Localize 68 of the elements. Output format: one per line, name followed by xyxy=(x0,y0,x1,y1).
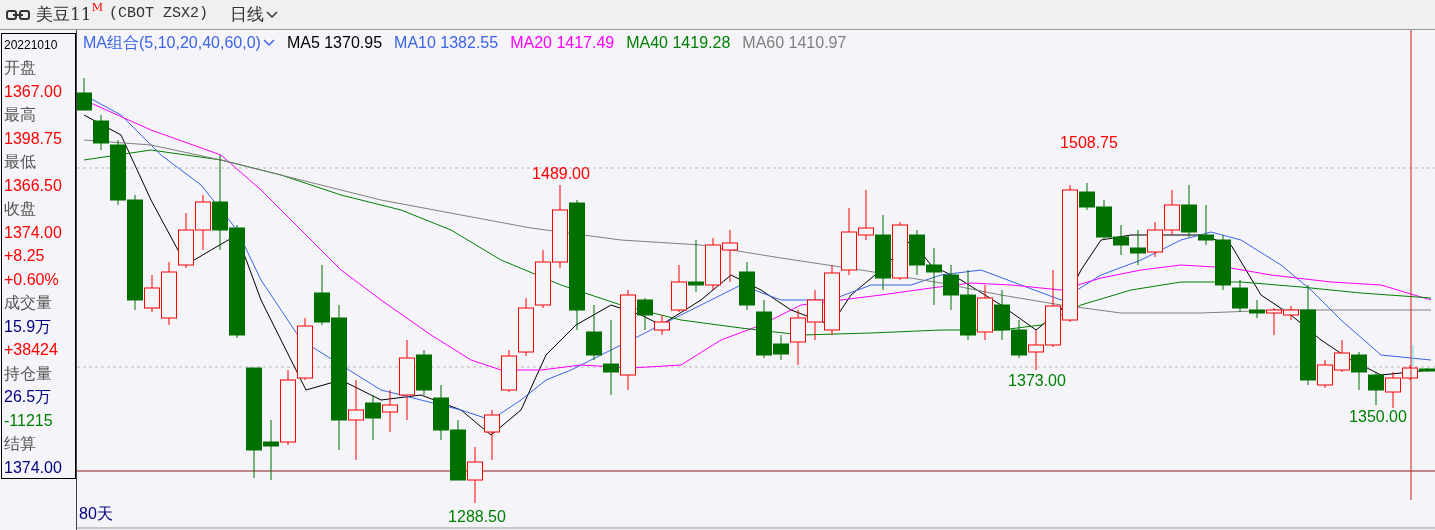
candlestick xyxy=(433,384,449,441)
field-label: 开盘 xyxy=(4,58,37,78)
candlestick xyxy=(1198,204,1214,246)
period-count-label: 80天 xyxy=(79,505,113,523)
candlestick xyxy=(841,207,857,276)
field-label: 最高 xyxy=(4,105,37,125)
date-text: 20221010 xyxy=(4,37,59,54)
candlestick xyxy=(1147,221,1163,258)
candlestick xyxy=(994,289,1010,341)
field-value: +0.60% xyxy=(4,269,60,290)
candlestick xyxy=(297,317,313,381)
field-value: -11215 xyxy=(4,410,54,431)
field-value: 1398.75 xyxy=(4,128,63,149)
field-label: 结算 xyxy=(4,434,37,454)
candlestick xyxy=(977,284,993,341)
chevron-down-icon xyxy=(262,38,275,47)
field-label: 成交量 xyxy=(4,293,53,313)
candlestick xyxy=(909,229,925,276)
candlestick xyxy=(484,409,500,461)
field-value: 1374.00 xyxy=(4,222,63,243)
period-dropdown[interactable]: 日线 xyxy=(229,1,278,28)
moving-average-reading: MA60 1410.97 xyxy=(742,32,847,53)
candlestick xyxy=(450,419,466,481)
moving-average-reading: MA10 1382.55 xyxy=(394,32,499,53)
ma-selector-dropdown[interactable]: MA组合(5,10,20,40,60,0) xyxy=(83,30,275,55)
candlestick xyxy=(688,239,704,293)
price-label: 1350.00 xyxy=(1349,408,1407,426)
field-value: 1367.00 xyxy=(4,81,63,102)
candlestick xyxy=(1181,184,1197,238)
candlestick xyxy=(807,289,823,341)
link-icon[interactable] xyxy=(6,9,30,20)
candlestick xyxy=(1164,189,1180,236)
field-label: 持仓量 xyxy=(4,363,53,384)
candlestick xyxy=(705,237,721,291)
price-label: 1489.00 xyxy=(532,165,590,183)
candlestick xyxy=(467,446,483,504)
candlestick xyxy=(77,77,92,111)
candlestick xyxy=(518,297,534,357)
price-label: 1288.50 xyxy=(448,508,506,526)
candlestick xyxy=(892,221,908,281)
candlestick xyxy=(1011,319,1027,359)
candlestick xyxy=(1334,339,1350,373)
field-value: 15.9万 xyxy=(4,316,53,337)
field-label: 最低 xyxy=(4,152,37,172)
candlestick xyxy=(178,212,194,269)
price-label: 1508.75 xyxy=(1060,134,1118,152)
candlestick xyxy=(1113,224,1129,256)
candlestick xyxy=(926,247,942,306)
field-value: 1366.50 xyxy=(4,175,63,196)
field-value: +8.25 xyxy=(4,246,46,266)
candlestick xyxy=(501,349,517,393)
moving-average-reading: MA40 1419.28 xyxy=(626,32,731,53)
candlestick xyxy=(1130,229,1146,266)
chevron-down-icon xyxy=(265,10,278,19)
moving-average-reading: MA5 1370.95 xyxy=(286,32,383,53)
field-value: 1374.00 xyxy=(4,457,63,478)
field-value: 26.5万 xyxy=(4,387,53,407)
candlestick xyxy=(1351,351,1367,391)
field-label: 收盘 xyxy=(4,199,37,219)
candlestick xyxy=(722,229,738,283)
price-label: 1373.00 xyxy=(1008,372,1066,390)
candlestick xyxy=(535,249,551,309)
contract-code: (CBOT ZSX2) xyxy=(108,4,208,25)
moving-average-reading: MA20 1417.49 xyxy=(510,32,615,53)
candlestick xyxy=(824,264,840,336)
candlestick xyxy=(1368,371,1384,406)
candlestick xyxy=(739,261,755,311)
field-value: +38424 xyxy=(4,340,59,360)
